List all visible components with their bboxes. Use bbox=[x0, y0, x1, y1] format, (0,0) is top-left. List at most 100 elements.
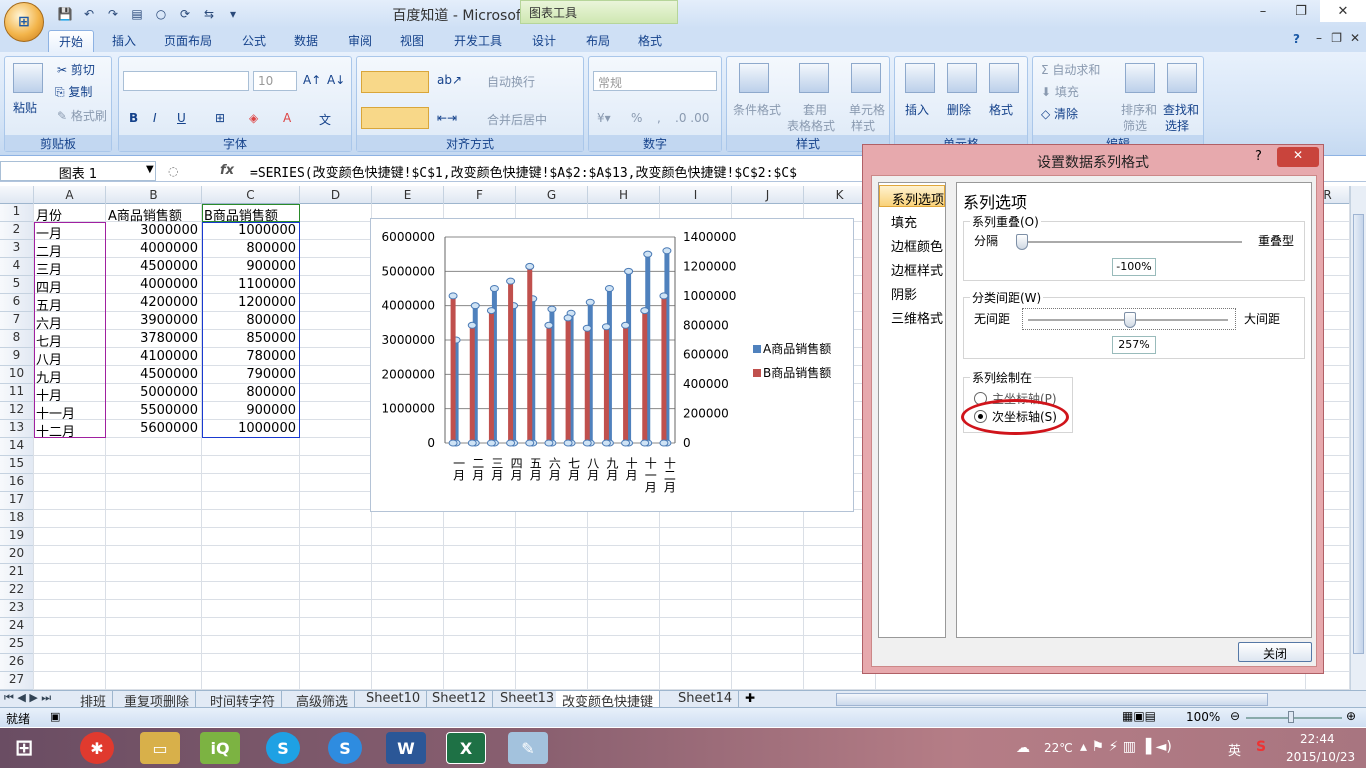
cell[interactable]: 十一月 bbox=[36, 402, 104, 422]
cell[interactable]: 3900000 bbox=[108, 312, 200, 330]
fill-button[interactable]: ⬇ 填充 bbox=[1041, 83, 1079, 100]
cell[interactable]: 十二月 bbox=[36, 420, 104, 440]
font-name-combo[interactable] bbox=[123, 71, 249, 91]
column-header[interactable]: J bbox=[732, 186, 804, 204]
font-size-combo[interactable]: 10 bbox=[253, 71, 297, 91]
column-header[interactable]: I bbox=[660, 186, 732, 204]
row-header[interactable]: 5 bbox=[0, 276, 34, 294]
row-header[interactable]: 23 bbox=[0, 600, 34, 618]
cell[interactable]: 5000000 bbox=[108, 384, 200, 402]
autosum-button[interactable]: Σ 自动求和 bbox=[1041, 61, 1100, 78]
zoom-level[interactable]: 100% bbox=[1186, 710, 1220, 724]
insert-function-button[interactable]: fx bbox=[220, 163, 234, 178]
cell[interactable]: 十月 bbox=[36, 384, 104, 404]
tray-icons[interactable]: ▴ ⚑ ⚡ ▥ ▐ ◄) bbox=[1080, 739, 1172, 755]
grow-font-icon[interactable]: A↑ bbox=[303, 73, 321, 87]
italic-button[interactable]: I bbox=[153, 111, 157, 125]
cell-style-button-2[interactable]: 样式 bbox=[851, 117, 875, 134]
sheet-tab[interactable]: Sheet12 bbox=[426, 691, 494, 708]
row-header[interactable]: 14 bbox=[0, 438, 34, 456]
row-header[interactable]: 11 bbox=[0, 384, 34, 402]
cell[interactable]: 4000000 bbox=[108, 240, 200, 258]
paint-icon[interactable]: ✎ bbox=[508, 732, 548, 764]
nav-shadow[interactable]: 阴影 bbox=[879, 281, 945, 303]
row-header[interactable]: 27 bbox=[0, 672, 34, 690]
conditional-format-button[interactable]: 条件格式 bbox=[733, 101, 781, 118]
comma-button[interactable]: , bbox=[657, 111, 661, 125]
orientation-icon[interactable]: ab↗ bbox=[437, 73, 462, 87]
office-button[interactable]: ⊞ bbox=[4, 2, 44, 42]
tab-review[interactable]: 审阅 bbox=[338, 30, 382, 52]
nav-border-style[interactable]: 边框样式 bbox=[879, 257, 945, 279]
cell[interactable]: 4500000 bbox=[108, 258, 200, 276]
cell[interactable]: 八月 bbox=[36, 348, 104, 368]
cell[interactable]: 850000 bbox=[204, 330, 298, 348]
cell[interactable]: 900000 bbox=[204, 402, 298, 420]
cell[interactable]: 780000 bbox=[204, 348, 298, 366]
table-format-button-1[interactable]: 套用 bbox=[803, 101, 827, 118]
cell[interactable]: 900000 bbox=[204, 258, 298, 276]
cell[interactable]: 二月 bbox=[36, 240, 104, 260]
nav-3d-format[interactable]: 三维格式 bbox=[879, 305, 945, 327]
column-header[interactable]: E bbox=[372, 186, 444, 204]
skype-icon[interactable]: S bbox=[266, 732, 300, 764]
clear-button[interactable]: ◇ 清除 bbox=[1041, 105, 1078, 122]
minimize-icon[interactable]: – bbox=[1244, 0, 1282, 22]
cell[interactable]: 4200000 bbox=[108, 294, 200, 312]
dialog-close-button[interactable]: 关闭 bbox=[1238, 642, 1312, 662]
horizontal-scroll-thumb[interactable] bbox=[836, 693, 1268, 706]
row-header[interactable]: 19 bbox=[0, 528, 34, 546]
paste-button[interactable]: 粘贴 bbox=[13, 99, 37, 116]
view-buttons-icon[interactable]: ▦▣▤ bbox=[1122, 709, 1156, 723]
ribbon-minimize-icon[interactable]: – bbox=[1316, 31, 1322, 45]
cell[interactable]: 三月 bbox=[36, 258, 104, 278]
cell[interactable]: 800000 bbox=[204, 240, 298, 258]
chart-object[interactable]: 6000000 5000000 4000000 3000000 2000000 10000… bbox=[370, 218, 854, 512]
sheet-nav-icons[interactable]: ⏮ ◀ ▶ ⏭ bbox=[4, 691, 51, 705]
sheet-tab[interactable]: 改变颜色快捷键 bbox=[556, 691, 661, 710]
sogou-icon[interactable]: S bbox=[328, 732, 362, 764]
row-header[interactable]: 6 bbox=[0, 294, 34, 312]
phonetic-icon[interactable]: 文 bbox=[319, 111, 331, 128]
overlap-slider[interactable] bbox=[1016, 234, 1028, 250]
row-header[interactable]: 2 bbox=[0, 222, 34, 240]
cell[interactable]: 1000000 bbox=[204, 222, 298, 240]
dialog-close-x-button[interactable]: ✕ bbox=[1277, 147, 1319, 167]
underline-button[interactable]: U bbox=[177, 111, 186, 125]
select-all-corner[interactable] bbox=[0, 186, 34, 204]
copy-button[interactable]: ⎘ 复制 bbox=[55, 83, 92, 100]
row-header[interactable]: 8 bbox=[0, 330, 34, 348]
find-select-button-2[interactable]: 选择 bbox=[1165, 117, 1189, 134]
format-cells-button[interactable]: 格式 bbox=[989, 101, 1013, 118]
format-painter-button[interactable]: ✎ 格式刷 bbox=[57, 107, 107, 124]
column-header[interactable]: B bbox=[106, 186, 202, 204]
tab-insert[interactable]: 插入 bbox=[102, 30, 146, 52]
sogou-tray-icon[interactable]: S bbox=[1256, 739, 1266, 755]
cell[interactable]: 5500000 bbox=[108, 402, 200, 420]
row-header[interactable]: 7 bbox=[0, 312, 34, 330]
bold-button[interactable]: B bbox=[129, 111, 138, 125]
row-header[interactable]: 13 bbox=[0, 420, 34, 438]
overlap-value[interactable]: -100% bbox=[1112, 258, 1156, 276]
row-header[interactable]: 1 bbox=[0, 204, 34, 222]
gap-value[interactable]: 257% bbox=[1112, 336, 1156, 354]
iqiyi-icon[interactable]: iQ bbox=[200, 732, 240, 764]
cell[interactable]: 4100000 bbox=[108, 348, 200, 366]
cell[interactable]: 九月 bbox=[36, 366, 104, 386]
gap-slider[interactable] bbox=[1124, 312, 1136, 328]
name-box[interactable]: 图表 1 bbox=[0, 161, 156, 182]
sort-filter-button-2[interactable]: 筛选 bbox=[1123, 117, 1147, 134]
insert-sheet-icon[interactable]: ✚ bbox=[745, 691, 755, 705]
macro-record-icon[interactable]: ▣ bbox=[50, 710, 60, 723]
cell[interactable]: 3780000 bbox=[108, 330, 200, 348]
tab-view[interactable]: 视图 bbox=[390, 30, 434, 52]
font-color-icon[interactable]: A bbox=[283, 111, 291, 125]
top-align-icons[interactable] bbox=[361, 71, 429, 93]
cell[interactable]: 月份 bbox=[36, 204, 104, 224]
row-header[interactable]: 15 bbox=[0, 456, 34, 474]
word-icon[interactable]: W bbox=[386, 732, 426, 764]
tab-layout[interactable]: 布局 bbox=[576, 30, 620, 52]
tab-data[interactable]: 数据 bbox=[284, 30, 328, 52]
cell[interactable]: A商品销售额 bbox=[108, 204, 200, 224]
cell[interactable]: 1100000 bbox=[204, 276, 298, 294]
